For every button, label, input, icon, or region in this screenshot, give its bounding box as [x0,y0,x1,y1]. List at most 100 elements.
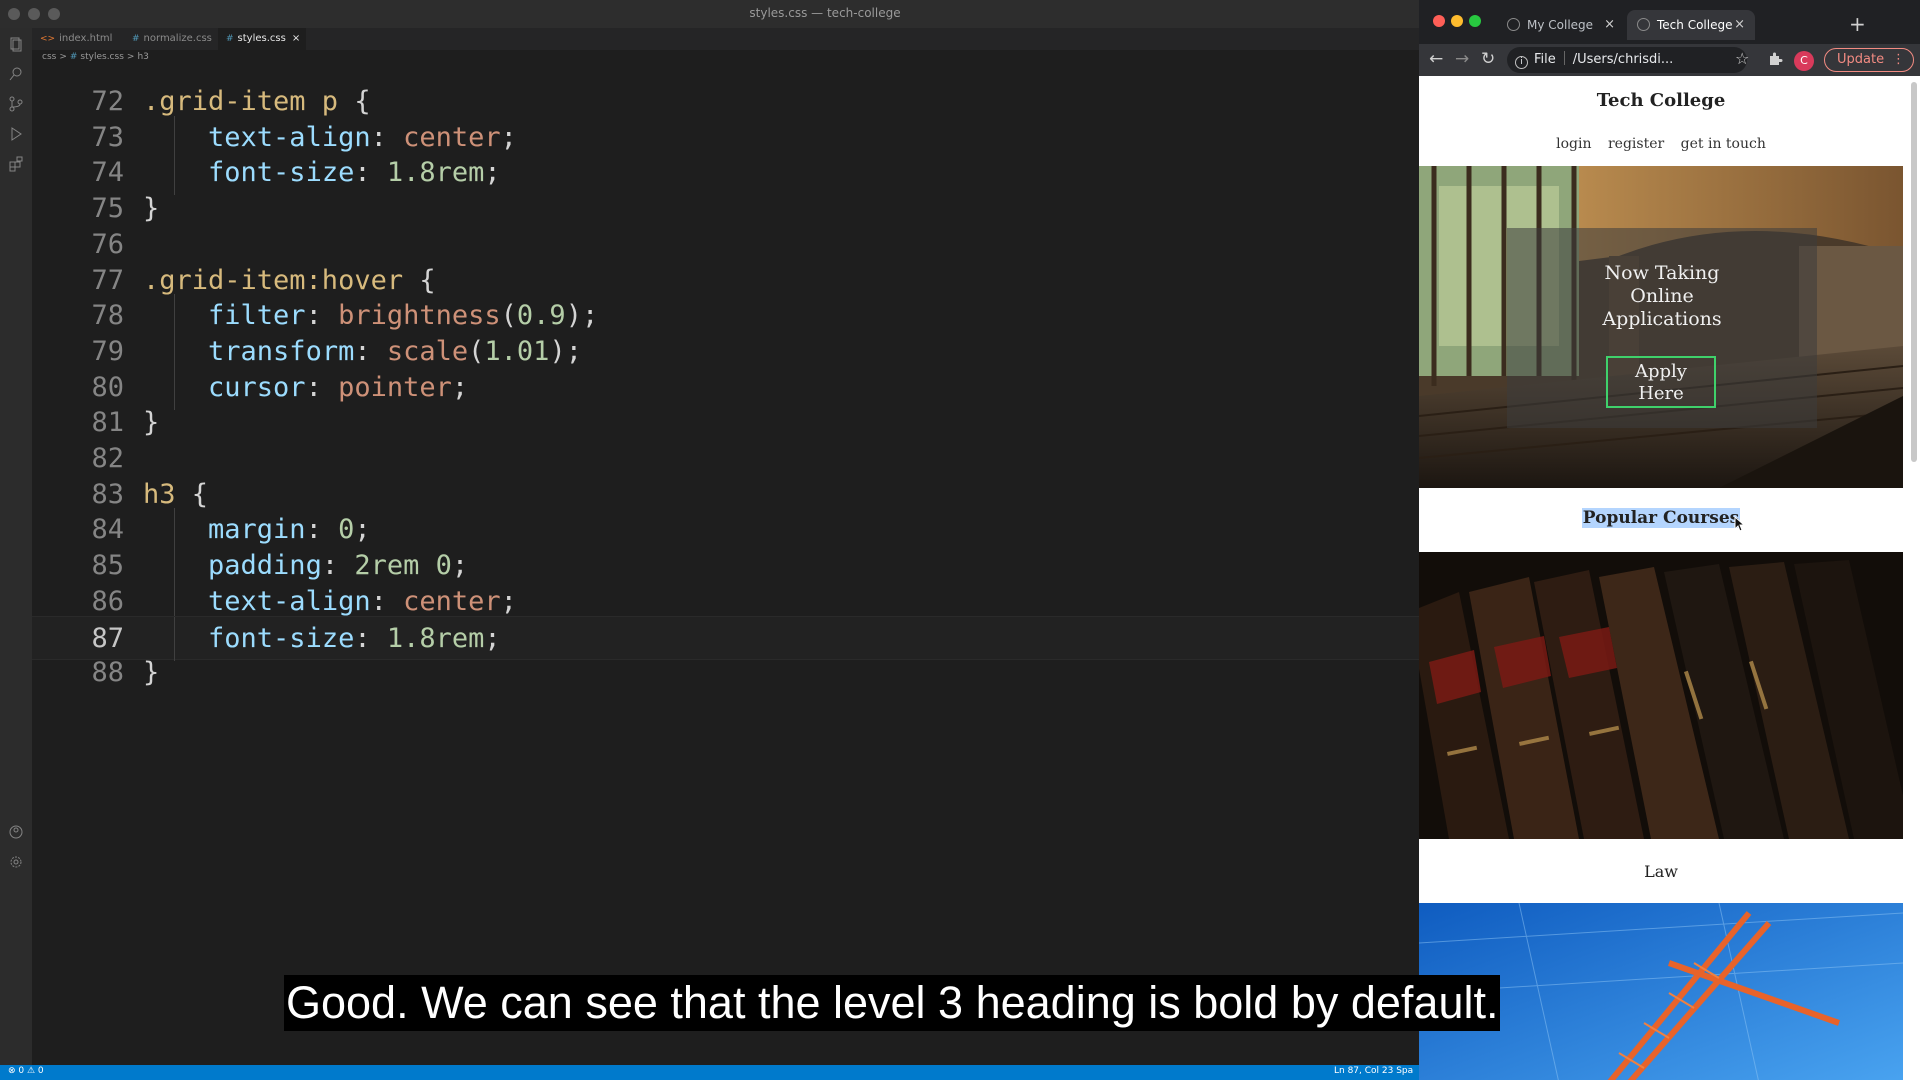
code-token: transform [208,335,355,367]
code-token: .grid-item p [143,86,355,117]
tab-normalize-css[interactable]: # normalize.css [124,28,218,50]
code-token: cursor [208,371,306,403]
site-nav: login register get in touch [1419,136,1903,152]
code-token: brightness [338,300,501,332]
browser-tab-strip: My College × Tech College × + [1419,0,1920,44]
hero-line: Applications [1602,308,1722,330]
code-token: { [354,86,371,117]
url-scheme: File [1534,52,1556,67]
search-icon[interactable] [8,66,24,82]
profile-avatar[interactable]: C [1794,51,1814,71]
url-path: /Users/chrisdi... [1572,52,1674,67]
breadcrumb-symbol[interactable]: h3 [137,52,148,62]
code-token: center [403,585,501,617]
nav-link-register[interactable]: register [1608,136,1664,152]
code-token: : [305,300,339,332]
update-button[interactable]: Update ⋮ [1824,48,1914,72]
breadcrumb-separator: > [126,52,135,62]
code-token: ( [468,335,485,367]
tab-label: styles.css [237,33,286,44]
breadcrumb-file[interactable]: styles.css [80,52,123,62]
globe-icon [1637,18,1650,31]
code-token: ; [484,622,501,654]
code-token: pointer [338,371,452,403]
bookmark-star-icon[interactable]: ☆ [1735,49,1749,68]
problems-status[interactable]: ⊗ 0 ⚠ 0 [8,1066,44,1076]
browser-window: My College × Tech College × + ← → ↻ i File /… [1419,0,1920,1080]
browser-tab-my-college[interactable]: My College × [1497,10,1625,40]
code-token: : [305,514,339,546]
editor-titlebar: styles.css — tech-college [0,0,1420,28]
run-debug-icon[interactable] [8,126,24,142]
code-token: font-size [208,157,355,189]
code-line[interactable]: 88} [32,651,1420,695]
site-title: Tech College [1596,90,1726,111]
cursor-position-status[interactable]: Ln 87, Col 23 Spa [1334,1066,1413,1076]
code-token: ; [354,514,371,546]
code-token: { [191,478,209,510]
status-bar: ⊗ 0 ⚠ 0 Ln 87, Col 23 Spa [0,1065,1420,1080]
code-token: 1.8rem [386,622,485,654]
address-bar[interactable]: i File/Users/chrisdi... [1507,47,1747,73]
code-token: 0.9 [516,300,566,332]
close-tab-icon[interactable]: × [1734,10,1745,40]
code-token: ); [565,300,599,332]
forward-arrow-icon[interactable]: → [1455,49,1469,69]
nav-link-login[interactable]: login [1556,136,1591,152]
code-token: h3 [143,478,192,510]
extensions-icon[interactable] [8,156,24,172]
browser-minimize-button[interactable] [1451,15,1463,27]
hero-line: Now Taking [1604,262,1720,284]
close-tab-icon[interactable]: × [1604,10,1615,40]
code-token: : [321,550,355,582]
omnibox-separator [1563,51,1565,65]
code-token: 0 [338,514,355,546]
css-file-icon: # [69,52,78,62]
browser-close-button[interactable] [1433,15,1445,27]
code-token: filter [208,300,306,332]
tab-styles-css[interactable]: # styles.css × [218,28,307,50]
back-arrow-icon[interactable]: ← [1429,49,1443,69]
law-books-image [1419,552,1903,839]
code-token: ); [549,335,582,367]
code-token: ( [500,300,517,332]
code-token: : [370,585,404,617]
tab-index-html[interactable]: <> index.html [32,28,118,50]
browser-tab-label: My College [1527,18,1594,32]
breadcrumb-folder[interactable]: css [42,52,56,62]
course-caption-law: Law [1644,862,1678,881]
browser-menu-icon[interactable]: ⋮ [1892,49,1905,70]
nav-link-get-in-touch[interactable]: get in touch [1681,136,1766,152]
hero-line: Online [1630,285,1694,307]
browser-tab-tech-college[interactable]: Tech College × [1627,10,1755,40]
page-scrollbar[interactable] [1911,82,1917,462]
code-token: padding [208,550,322,582]
breadcrumb: css > # styles.css > h3 [42,52,152,66]
code-token: ; [500,585,517,617]
code-token: } [143,657,160,689]
apply-here-button[interactable]: Apply Here [1606,356,1716,408]
code-token: { [419,264,436,296]
law-course-card-image[interactable] [1419,552,1903,839]
puzzle-icon[interactable] [1767,51,1783,72]
code-token: ; [451,371,469,403]
site-info-icon[interactable]: i [1515,56,1528,69]
account-icon[interactable] [8,824,24,840]
web-page: Tech College login register get in touch [1419,76,1920,1080]
hero-heading: Now Taking Online Applications [1507,262,1817,331]
settings-gear-icon[interactable] [8,854,24,870]
code-token: : [354,335,387,367]
reload-icon[interactable]: ↻ [1481,49,1495,69]
explorer-icon[interactable] [8,36,24,52]
code-token: : [305,371,339,403]
new-tab-button[interactable]: + [1849,12,1866,36]
breadcrumb-separator: > [59,52,67,62]
code-token: text-align [208,121,371,153]
close-tab-icon[interactable]: × [292,33,300,44]
browser-zoom-button[interactable] [1469,15,1481,27]
source-control-icon[interactable] [8,96,24,112]
activity-bar [0,28,32,1065]
tab-label: index.html [59,33,113,44]
tab-label: normalize.css [143,33,212,44]
code-token: } [143,193,160,225]
